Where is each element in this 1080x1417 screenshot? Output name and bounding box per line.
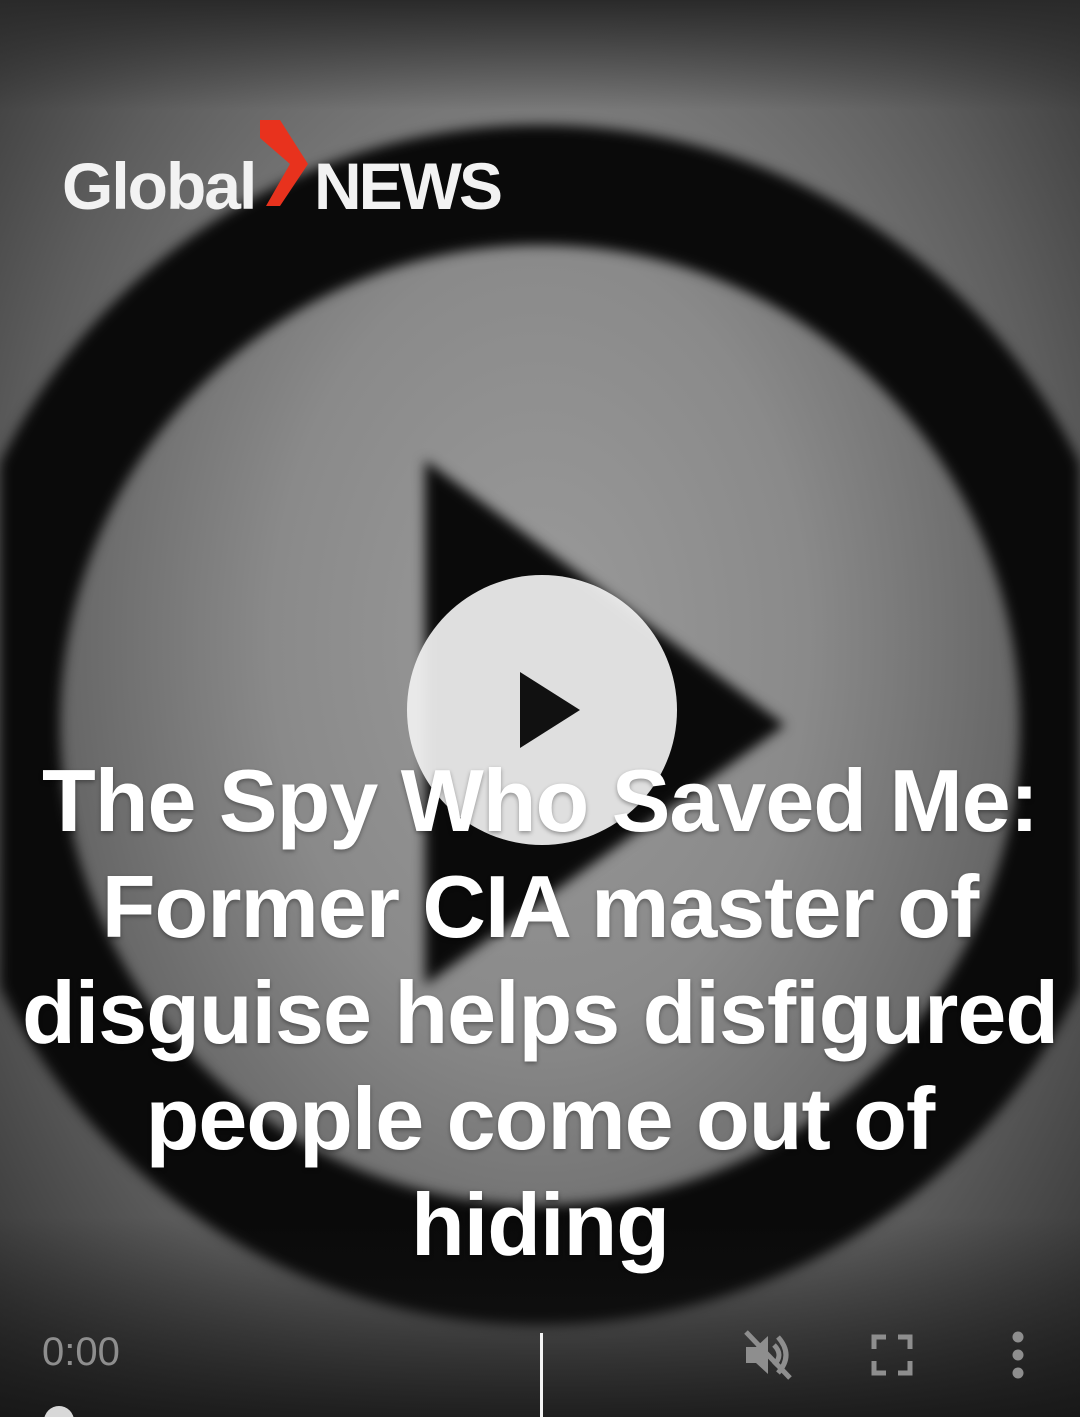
- current-time: 0:00: [42, 1330, 120, 1374]
- global-news-logo: Global NEWS: [62, 118, 522, 223]
- fullscreen-button[interactable]: [870, 1333, 914, 1377]
- volume-muted-icon: [744, 1330, 792, 1380]
- logo-news-text: NEWS: [314, 149, 503, 223]
- logo-chevron-icon: [260, 120, 308, 206]
- more-options-button[interactable]: [1003, 1330, 1033, 1380]
- progress-marker: [540, 1333, 543, 1417]
- fullscreen-icon: [871, 1334, 913, 1376]
- top-gradient: [0, 0, 1080, 110]
- video-title: The Spy Who Saved Me: Former CIA master …: [21, 751, 1059, 1274]
- more-vertical-icon: [1012, 1331, 1024, 1379]
- mute-button[interactable]: [740, 1328, 794, 1382]
- logo-global-text: Global: [62, 149, 257, 223]
- video-player[interactable]: Global NEWS The Spy Who Saved Me: Former…: [0, 0, 1080, 1417]
